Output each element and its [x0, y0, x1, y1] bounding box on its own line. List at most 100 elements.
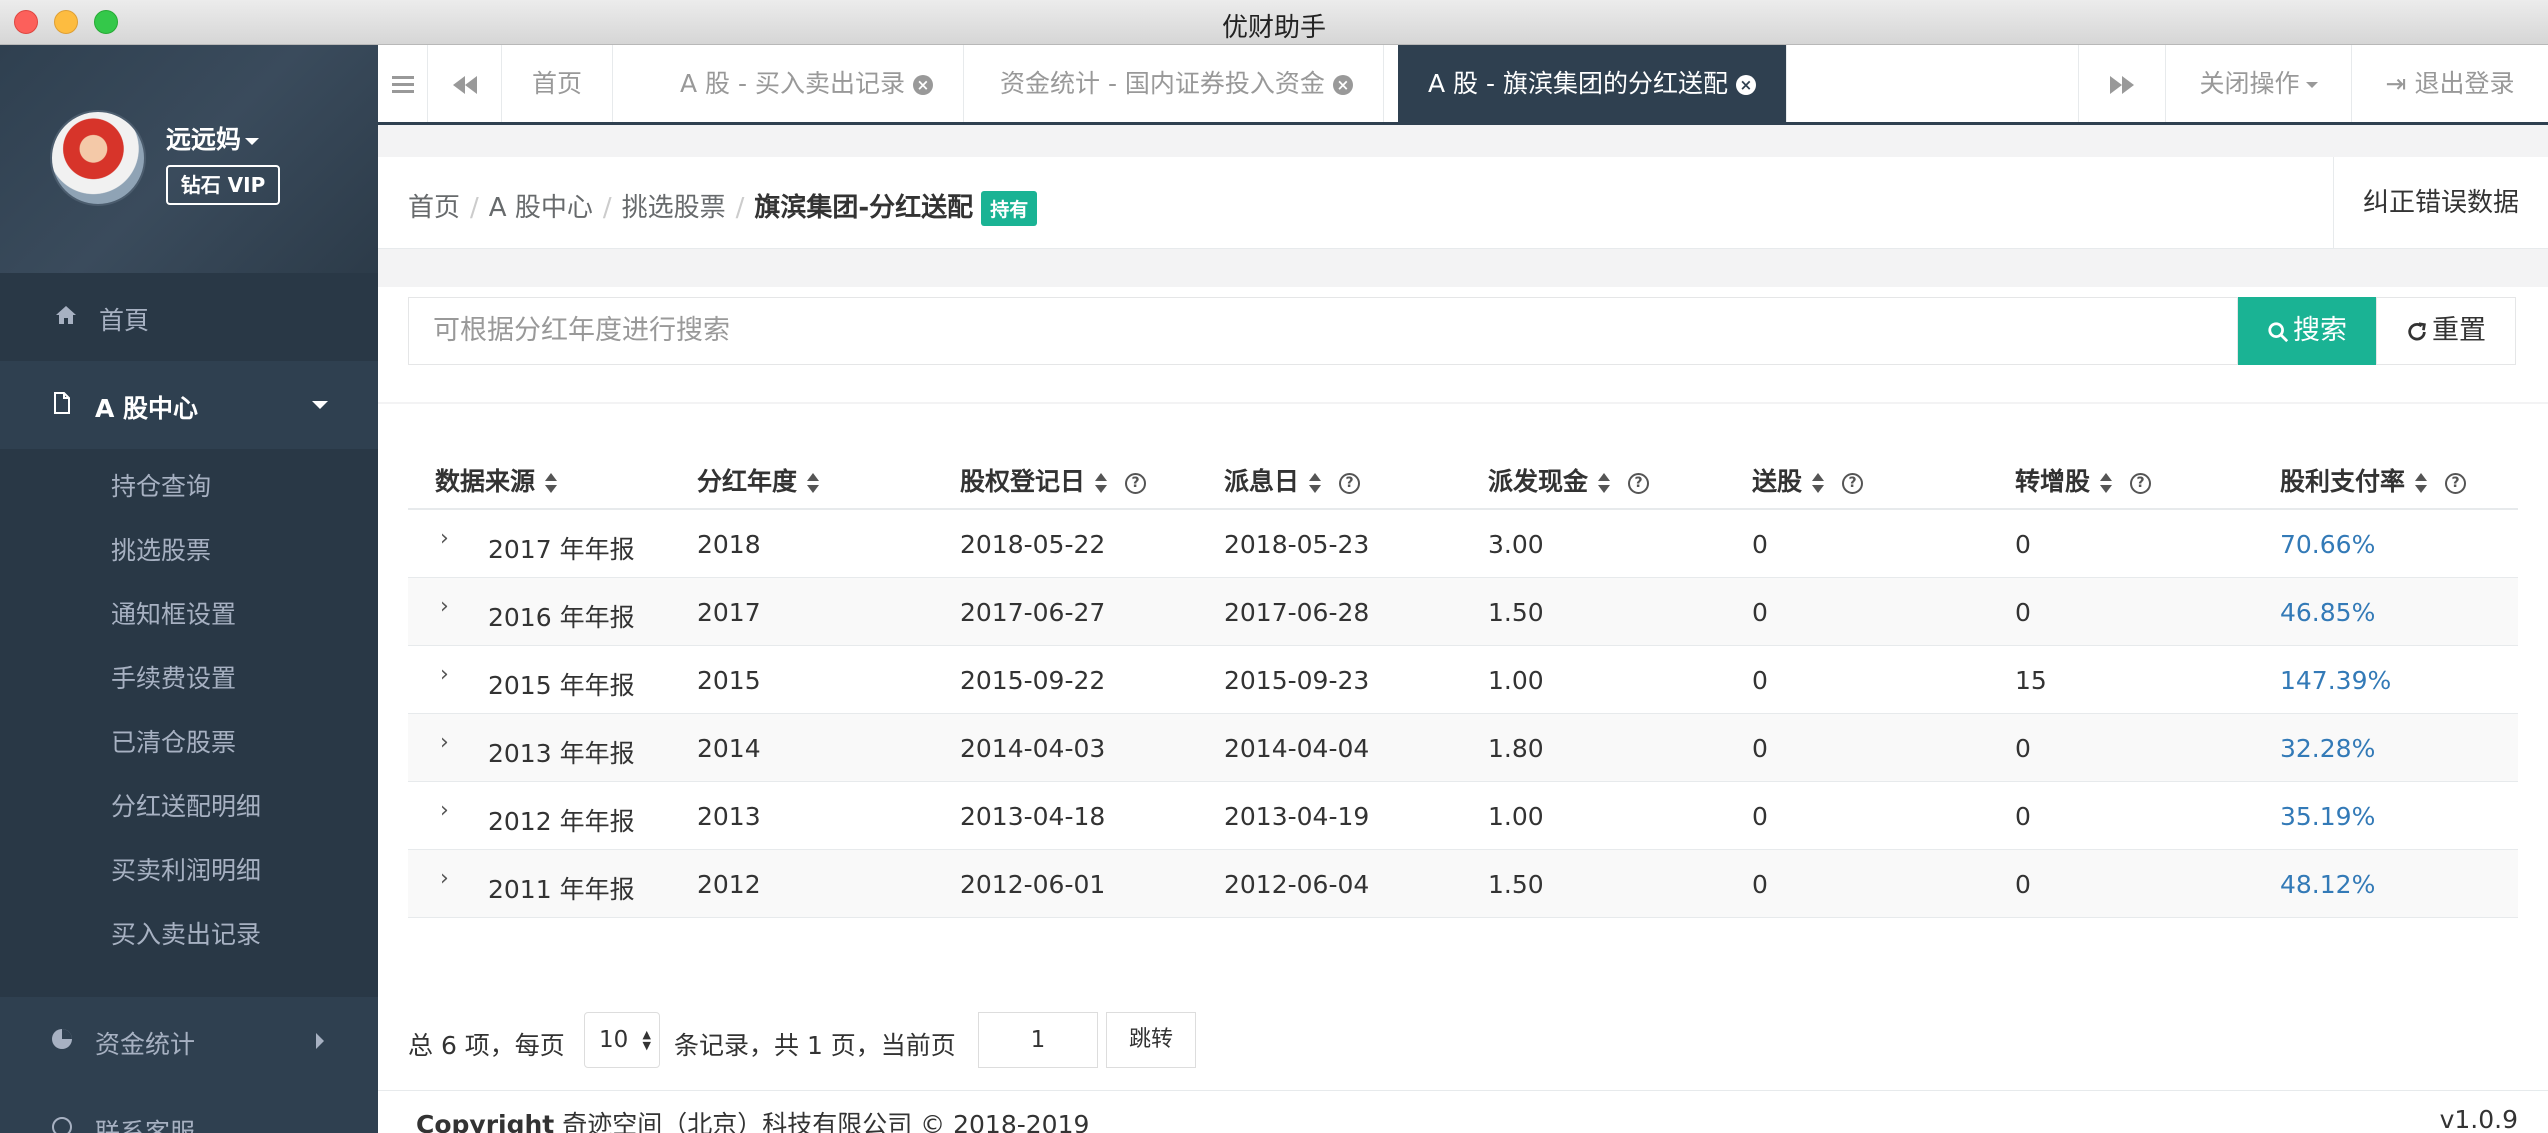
tab-home[interactable]: 首页 — [502, 45, 614, 122]
close-tab-icon[interactable]: × — [912, 75, 933, 95]
column-header-payout-ratio[interactable]: 股利支付率? — [2280, 462, 2467, 498]
backward-icon — [452, 76, 477, 94]
version-text: v1.0.9 — [2439, 1105, 2518, 1133]
expand-row-icon[interactable]: › — [440, 594, 449, 619]
table-row[interactable]: › 2016 年年报 2017 2017-06-27 2017-06-28 1.50 0 0 4… — [408, 578, 2518, 646]
expand-row-icon[interactable]: › — [440, 730, 449, 755]
menu-toggle-button[interactable] — [378, 45, 428, 122]
stock-submenu: 持仓查询 挑选股票 通知框设置 手续费设置 已清仓股票 分红送配明细 买卖利润明… — [0, 449, 378, 997]
expand-row-icon[interactable]: › — [440, 798, 449, 823]
current-page-input[interactable]: 1 — [978, 1012, 1098, 1068]
breadcrumb-home[interactable]: 首页 — [408, 193, 460, 223]
sidebar-item-label: 资金统计 — [95, 1030, 196, 1059]
logout-button[interactable]: ⇥ 退出登录 — [2352, 45, 2548, 122]
reset-button[interactable]: 重置 — [2376, 297, 2516, 365]
help-icon[interactable]: ? — [1125, 472, 1147, 494]
submenu-item-dividend-details[interactable]: 分红送配明细 — [111, 787, 261, 823]
tab-dividend[interactable]: A 股 - 旗滨集团的分红送配 × — [1398, 45, 1787, 122]
breadcrumb-pick-stocks[interactable]: 挑选股票 — [622, 193, 726, 223]
submenu-item-notify-settings[interactable]: 通知框设置 — [111, 595, 236, 631]
table-cell: 3.00 — [1488, 530, 1544, 559]
submenu-item-fee-settings[interactable]: 手续费设置 — [111, 659, 236, 695]
jump-button[interactable]: 跳转 — [1106, 1012, 1196, 1068]
table-cell: 2015 — [697, 666, 761, 695]
search-button[interactable]: 搜索 — [2238, 297, 2376, 365]
holding-badge: 持有 — [981, 191, 1038, 226]
table-cell: 2018-05-23 — [1224, 530, 1370, 559]
table-cell: 2013-04-19 — [1224, 802, 1370, 831]
sort-icon[interactable] — [1812, 472, 1825, 494]
close-tab-icon[interactable]: × — [1332, 75, 1353, 95]
tab-funds-stats[interactable]: 资金统计 - 国内证券投入资金 × — [970, 45, 1384, 122]
caret-down-icon — [2305, 82, 2318, 88]
table-cell: 32.28% — [2280, 734, 2376, 763]
table-row[interactable]: › 2013 年年报 2014 2014-04-03 2014-04-04 1.80 0 0 3… — [408, 714, 2518, 782]
sort-icon[interactable] — [1598, 472, 1611, 494]
table-cell: 2012 年年报 — [488, 807, 635, 836]
table-row[interactable]: › 2012 年年报 2013 2013-04-18 2013-04-19 1.00 0 0 3… — [408, 782, 2518, 850]
sort-icon[interactable] — [545, 472, 558, 494]
column-header-bonus-shares[interactable]: 送股? — [1752, 462, 1864, 498]
username-dropdown[interactable]: 远远妈 — [166, 120, 260, 156]
table-cell: 147.39% — [2280, 666, 2392, 695]
help-icon[interactable]: ? — [2130, 472, 2152, 494]
sort-icon[interactable] — [2415, 472, 2428, 494]
table-row[interactable]: › 2015 年年报 2015 2015-09-22 2015-09-23 1.00 0 15… — [408, 646, 2518, 714]
avatar[interactable] — [50, 110, 146, 206]
table-cell: 2015-09-23 — [1224, 666, 1370, 695]
home-icon — [56, 306, 76, 324]
submenu-item-cleared-stocks[interactable]: 已清仓股票 — [111, 723, 236, 759]
column-header-source[interactable]: 数据来源 — [435, 462, 558, 498]
sidebar-item-contact[interactable]: 联系客服 — [0, 1085, 378, 1133]
submenu-item-pick-stocks[interactable]: 挑选股票 — [111, 531, 211, 567]
close-tab-icon[interactable]: × — [1735, 75, 1756, 95]
tab-trade-records[interactable]: A 股 - 买入卖出记录 × — [650, 45, 964, 122]
help-icon[interactable]: ? — [1842, 472, 1864, 494]
column-header-year[interactable]: 分红年度 — [697, 462, 820, 498]
sidebar-item-home[interactable]: 首頁 — [0, 273, 378, 361]
expand-row-icon[interactable]: › — [440, 662, 449, 687]
sort-icon[interactable] — [807, 472, 820, 494]
column-header-record-date[interactable]: 股权登记日? — [960, 462, 1147, 498]
column-header-cash[interactable]: 派发现金? — [1488, 462, 1650, 498]
close-operations-dropdown[interactable]: 关闭操作 — [2166, 45, 2352, 122]
pager-total-text: 总 6 项，每页 — [408, 1031, 565, 1060]
help-icon[interactable]: ? — [1628, 472, 1650, 494]
column-header-pay-date[interactable]: 派息日? — [1224, 462, 1361, 498]
sidebar-item-stock-center[interactable]: A 股中心 — [0, 361, 378, 449]
sidebar-item-funds[interactable]: 资金统计 — [0, 997, 378, 1085]
close-operations-label: 关闭操作 — [2199, 69, 2300, 98]
sort-icon[interactable] — [1095, 472, 1108, 494]
contact-icon — [52, 1117, 72, 1133]
breadcrumb-stock-center[interactable]: A 股中心 — [489, 193, 593, 223]
expand-row-icon[interactable]: › — [440, 526, 449, 551]
help-icon[interactable]: ? — [2445, 472, 2467, 494]
column-header-conversion-shares[interactable]: 转增股? — [2015, 462, 2152, 498]
sort-icon[interactable] — [2100, 472, 2113, 494]
table-cell: 2012-06-04 — [1224, 870, 1370, 899]
sort-icon[interactable] — [1309, 472, 1322, 494]
table-cell: 0 — [1752, 870, 1768, 899]
table-row[interactable]: › 2017 年年报 2018 2018-05-22 2018-05-23 3.00 0 0 7… — [408, 510, 2518, 578]
submenu-item-profit-details[interactable]: 买卖利润明细 — [111, 851, 261, 887]
table-cell: 0 — [1752, 530, 1768, 559]
table-cell: 0 — [2015, 598, 2031, 627]
logout-label: 退出登录 — [2414, 69, 2515, 98]
table-cell: 0 — [1752, 802, 1768, 831]
submenu-item-trade-records[interactable]: 买入卖出记录 — [111, 915, 261, 951]
tabs-scroll-left-button[interactable] — [428, 45, 502, 122]
table-row[interactable]: › 2011 年年报 2012 2012-06-01 2012-06-04 1.50 0 0 4… — [408, 850, 2518, 918]
table-cell: 2013 — [697, 802, 761, 831]
table-cell: 46.85% — [2280, 598, 2376, 627]
expand-row-icon[interactable]: › — [440, 866, 449, 891]
tabs-scroll-right-button[interactable] — [2078, 45, 2166, 122]
table-cell: 2014-04-03 — [960, 734, 1106, 763]
submenu-item-positions[interactable]: 持仓查询 — [111, 467, 211, 503]
page-size-select[interactable]: 10 ▲ ▼ — [584, 1012, 660, 1068]
fix-data-button[interactable]: 纠正错误数据 — [2333, 157, 2548, 249]
table-cell: 2013 年年报 — [488, 739, 635, 768]
table-cell: 1.50 — [1488, 870, 1544, 899]
help-icon[interactable]: ? — [1339, 472, 1361, 494]
content-panel: 可根据分红年度进行搜索 搜索 重置 数据来源 分红年度 股权登记日? 派息日? … — [378, 287, 2548, 1107]
search-input[interactable]: 可根据分红年度进行搜索 — [408, 297, 2238, 365]
